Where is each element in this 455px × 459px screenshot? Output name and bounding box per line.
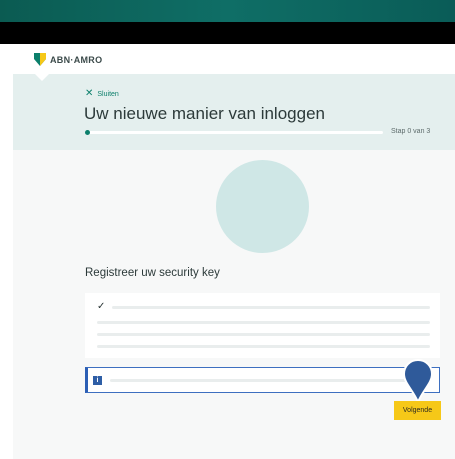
close-label: Sluiten bbox=[97, 90, 119, 98]
progress-indicator bbox=[85, 130, 90, 135]
illustration-circle bbox=[216, 160, 309, 253]
placeholder-line bbox=[97, 345, 430, 348]
pointer-pin-icon bbox=[402, 358, 434, 405]
brand-name: ABN·AMRO bbox=[50, 54, 103, 65]
abn-amro-shield-icon bbox=[34, 53, 46, 66]
placeholder-line bbox=[97, 321, 430, 324]
black-bar bbox=[0, 22, 455, 44]
placeholder-line bbox=[112, 306, 430, 309]
page-title: Uw nieuwe manier van inloggen bbox=[84, 104, 325, 123]
check-icon: ✓ bbox=[97, 301, 106, 312]
progress-track bbox=[85, 131, 383, 134]
brand-logo[interactable]: ABN·AMRO bbox=[34, 53, 102, 66]
info-placeholder-line bbox=[110, 379, 430, 382]
next-button[interactable]: Volgende bbox=[394, 401, 441, 420]
close-button[interactable]: ✕ Sluiten bbox=[85, 88, 119, 99]
step-counter: Stap 0 van 3 bbox=[391, 128, 431, 135]
placeholder-line bbox=[97, 333, 430, 336]
header-notch bbox=[34, 73, 50, 81]
close-icon: ✕ bbox=[85, 88, 94, 99]
section-title: Registreer uw security key bbox=[85, 267, 220, 279]
browser-top-bar bbox=[0, 0, 455, 22]
info-icon: i bbox=[93, 376, 102, 385]
instruction-card bbox=[85, 293, 440, 358]
